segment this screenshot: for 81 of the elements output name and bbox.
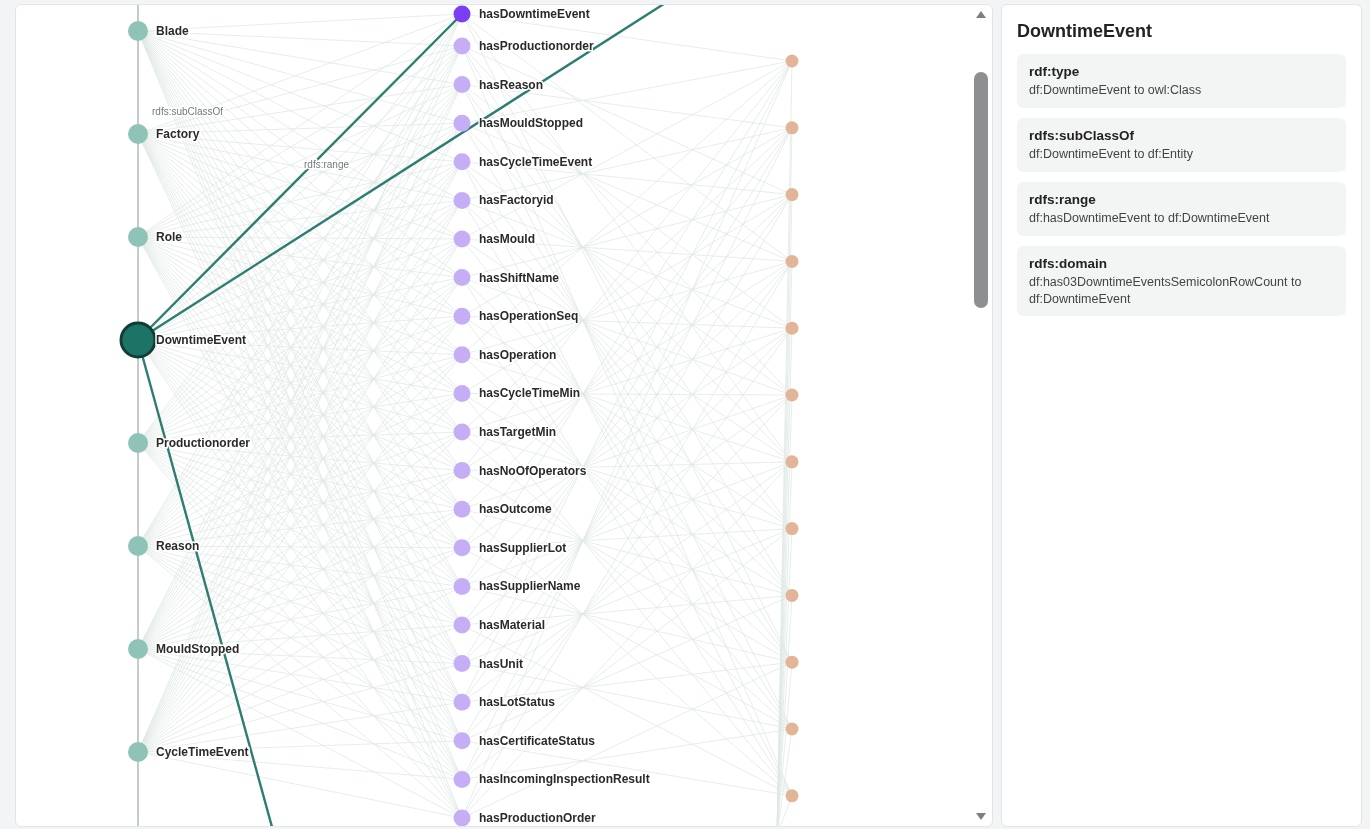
- property-label: hasProductionorder: [479, 39, 594, 53]
- property-node[interactable]: [453, 577, 471, 595]
- property-node[interactable]: [453, 191, 471, 209]
- property-node[interactable]: [453, 616, 471, 634]
- triple-predicate: rdfs:subClassOf: [1029, 127, 1136, 143]
- property-label: hasCertificateStatus: [479, 733, 596, 748]
- property-label: hasMaterial: [479, 618, 546, 632]
- class-node[interactable]: [128, 639, 148, 659]
- datatype-node[interactable]: [785, 254, 799, 268]
- property-node[interactable]: [453, 500, 471, 518]
- datatype-node[interactable]: [785, 54, 799, 68]
- triple-statement: df:hasDowntimeEvent to df:DowntimeEvent: [1029, 209, 1271, 227]
- scroll-up-icon[interactable]: [976, 11, 986, 18]
- property-node[interactable]: [453, 76, 471, 94]
- triple-predicate: rdf:type: [1029, 64, 1081, 79]
- edge-label: rdfs:subClassOf: [152, 106, 224, 117]
- datatype-node[interactable]: [785, 388, 799, 402]
- datatype-node[interactable]: [785, 655, 799, 669]
- class-label: Blade: [156, 24, 189, 38]
- property-label: hasSupplierLot: [479, 540, 567, 555]
- property-node[interactable]: [453, 384, 471, 402]
- property-node[interactable]: [453, 269, 471, 287]
- scrollbar-thumb[interactable]: [974, 72, 988, 308]
- class-node[interactable]: [128, 742, 148, 762]
- property-node[interactable]: [453, 462, 471, 480]
- class-node[interactable]: [128, 536, 148, 556]
- class-label: CycleTimeEvent: [156, 745, 249, 759]
- property-label: hasFactoryid: [479, 193, 554, 208]
- class-label: Factory: [156, 127, 200, 141]
- datatype-node[interactable]: [785, 321, 799, 335]
- triple-statement: df:DowntimeEvent to df:Entity: [1029, 145, 1194, 163]
- property-node[interactable]: [453, 693, 471, 711]
- class-node[interactable]: [128, 433, 148, 453]
- property-node[interactable]: [453, 230, 471, 248]
- property-label: hasOperationSeq: [479, 309, 579, 324]
- property-label: hasMouldStopped: [479, 116, 583, 131]
- property-label: hasDowntimeEvent: [479, 7, 590, 21]
- triple-predicate: rdfs:range: [1029, 191, 1097, 207]
- property-label: hasNoOfOperators: [479, 463, 587, 478]
- property-node[interactable]: [453, 539, 471, 557]
- property-node[interactable]: [453, 346, 471, 364]
- class-node[interactable]: [128, 227, 148, 247]
- property-label: hasProductionOrder: [479, 811, 596, 825]
- class-node[interactable]: [128, 124, 148, 144]
- class-label: DowntimeEvent: [156, 333, 246, 347]
- datatype-node[interactable]: [785, 789, 799, 803]
- triple-statement: df:has03DowntimeEventsSemicolonRowCount to df:DowntimeEvent: [1029, 273, 1303, 308]
- property-label: hasIncomingInspectionResult: [479, 772, 650, 787]
- details-title: DowntimeEvent: [1017, 21, 1154, 42]
- class-node[interactable]: [128, 21, 148, 41]
- property-node[interactable]: [453, 153, 471, 171]
- datatype-node[interactable]: [785, 522, 799, 536]
- class-node[interactable]: [119, 321, 157, 359]
- datatype-node[interactable]: [785, 588, 799, 602]
- property-node[interactable]: [453, 655, 471, 673]
- property-label: hasLotStatus: [479, 695, 555, 710]
- datatype-node[interactable]: [785, 188, 799, 202]
- property-node[interactable]: [453, 307, 471, 325]
- property-label: hasCycleTimeMin: [479, 386, 581, 401]
- property-node[interactable]: [453, 37, 471, 55]
- property-node[interactable]: [453, 770, 471, 788]
- scroll-down-icon[interactable]: [976, 813, 986, 820]
- property-label: hasShiftName: [479, 270, 560, 285]
- property-label: hasOutcome: [479, 502, 552, 517]
- datatype-node[interactable]: [785, 722, 799, 736]
- property-node[interactable]: [453, 423, 471, 441]
- triple-statement: df:DowntimeEvent to owl:Class: [1029, 82, 1203, 99]
- class-label: Role: [156, 230, 182, 244]
- property-label: hasMould: [479, 232, 535, 246]
- property-node[interactable]: [453, 5, 471, 23]
- property-label: hasSupplierName: [479, 579, 581, 594]
- property-label: hasTargetMin: [479, 425, 557, 439]
- property-node[interactable]: [453, 732, 471, 750]
- datatype-node[interactable]: [785, 121, 799, 135]
- property-label: hasUnit: [479, 656, 523, 671]
- property-node[interactable]: [453, 114, 471, 132]
- property-node[interactable]: [453, 809, 471, 826]
- property-label: hasOperation: [479, 347, 557, 362]
- property-label: hasCycleTimeEvent: [479, 154, 593, 169]
- datatype-node[interactable]: [785, 455, 799, 469]
- triple-predicate: rdfs:domain: [1029, 255, 1108, 271]
